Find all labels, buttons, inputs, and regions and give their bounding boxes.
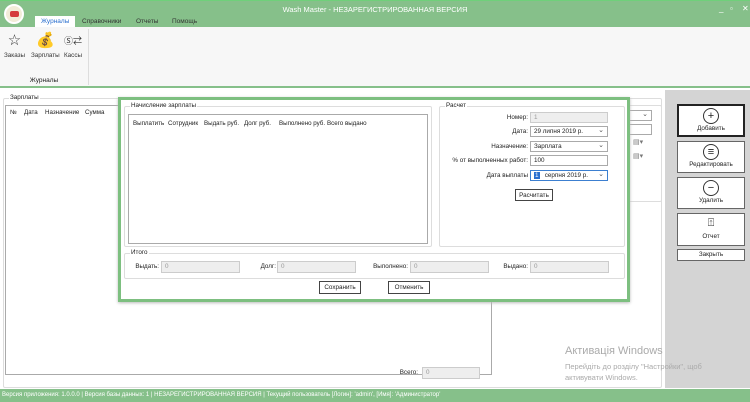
column-header[interactable]: Назначение — [45, 109, 79, 116]
column-header[interactable]: Долг руб. — [244, 120, 271, 127]
debt-label: Долг: — [260, 263, 276, 270]
salaries-group-label: Зарплаты — [9, 94, 40, 101]
purpose-select[interactable]: Зарплата ⌄ — [530, 141, 608, 152]
title-bar: Wash Master - НЕЗАРЕГИСТРИРОВАННАЯ ВЕРСИ… — [0, 0, 750, 28]
close-button[interactable]: Закрыть — [677, 249, 745, 261]
status-bar: Версия приложения: 1.0.0.0 | Версия базы… — [0, 389, 750, 402]
minus-icon: − — [703, 180, 719, 196]
money-bag-icon: 💰 — [35, 32, 55, 49]
edit-button[interactable]: ≡ Редактировать — [677, 141, 745, 173]
add-button[interactable]: + Добавить — [677, 104, 745, 137]
filter-combo[interactable]: ⌄ — [628, 110, 652, 121]
percent-label: % от выполненных работ: — [452, 157, 528, 164]
number-field: 1 — [530, 112, 608, 123]
number-label: Номер: — [506, 114, 528, 121]
date-label: Дата: — [512, 128, 528, 135]
done-label: Выполнено: — [373, 263, 408, 270]
paydate-label: Дата выплаты — [486, 172, 528, 179]
cashboxes-button[interactable]: Ⓢ⇄ Кассы — [64, 32, 82, 59]
date-picker-icon[interactable]: ▤▾ — [633, 152, 643, 160]
percent-input[interactable]: 100 — [530, 155, 608, 166]
salary-dialog: Начисление зарплаты Выплатить Сотрудник … — [118, 97, 630, 302]
paydate-picker[interactable]: 1 серпня 2019 р. ⌄ — [530, 170, 608, 181]
delete-button[interactable]: − Удалить — [677, 177, 745, 209]
column-header[interactable]: Сумма — [85, 109, 104, 116]
purpose-label: Назначение: — [491, 143, 528, 150]
side-panel: + Добавить ≡ Редактировать − Удалить ⍐ Отчет… — [665, 90, 750, 388]
issued-field: 0 — [530, 261, 609, 273]
plus-icon: + — [703, 108, 719, 124]
activation-watermark-line: Перейдіть до розділу "Настройки", щоб — [565, 362, 702, 371]
issue-label: Выдать: — [135, 263, 159, 270]
share-icon: ⍐ — [707, 217, 715, 229]
activation-watermark-line: активувати Windows. — [565, 373, 638, 382]
report-button[interactable]: ⍐ Отчет — [677, 213, 745, 246]
debt-field: 0 — [277, 261, 356, 273]
filter-input[interactable] — [628, 124, 652, 135]
activation-watermark-title: Активація Windows — [565, 345, 663, 357]
column-header[interactable]: Выдать руб. — [204, 120, 239, 127]
column-header[interactable]: № — [10, 109, 17, 116]
issued-label: Выдано: — [503, 263, 528, 270]
done-field: 0 — [410, 261, 489, 273]
menu-icon: ≡ — [703, 144, 719, 160]
column-header[interactable]: Дата — [24, 109, 38, 116]
calculate-button[interactable]: Расчитать — [515, 189, 553, 201]
cash-exchange-icon: Ⓢ⇄ — [64, 36, 83, 46]
salaries-button[interactable]: 💰 Зарплаты — [31, 32, 60, 59]
date-picker-icon[interactable]: ▤▾ — [633, 138, 643, 146]
column-header[interactable]: Всего выдано — [327, 120, 367, 127]
column-header[interactable]: Сотрудник — [168, 120, 198, 127]
column-header[interactable]: Выполнено руб. — [279, 120, 325, 127]
cancel-button[interactable]: Отменить — [388, 281, 430, 294]
date-picker[interactable]: 29 липня 2019 р. ⌄ — [530, 126, 608, 137]
orders-button[interactable]: ☆ Заказы — [4, 32, 25, 59]
accrual-list[interactable]: Выплатить Сотрудник Выдать руб. Долг руб… — [128, 114, 428, 244]
save-button[interactable]: Сохранить — [319, 281, 361, 294]
ribbon: ☆ Заказы 💰 Зарплаты Ⓢ⇄ Кассы Журналы — [0, 27, 750, 88]
total-label: Всего: — [399, 369, 418, 376]
total-field: 0 — [422, 367, 480, 379]
column-header[interactable]: Выплатить — [133, 120, 164, 127]
maximize-icon[interactable]: ▫ — [730, 4, 733, 13]
minimize-icon[interactable]: _ — [719, 4, 723, 13]
window-title: Wash Master - НЕЗАРЕГИСТРИРОВАННАЯ ВЕРСИ… — [282, 5, 468, 14]
ribbon-separator — [88, 29, 89, 85]
star-icon: ☆ — [7, 32, 22, 49]
ribbon-group-label: Журналы — [29, 77, 59, 84]
accrual-group: Начисление зарплаты Выплатить Сотрудник … — [124, 102, 432, 247]
issue-field: 0 — [161, 261, 240, 273]
close-icon[interactable]: ✕ — [742, 4, 749, 13]
